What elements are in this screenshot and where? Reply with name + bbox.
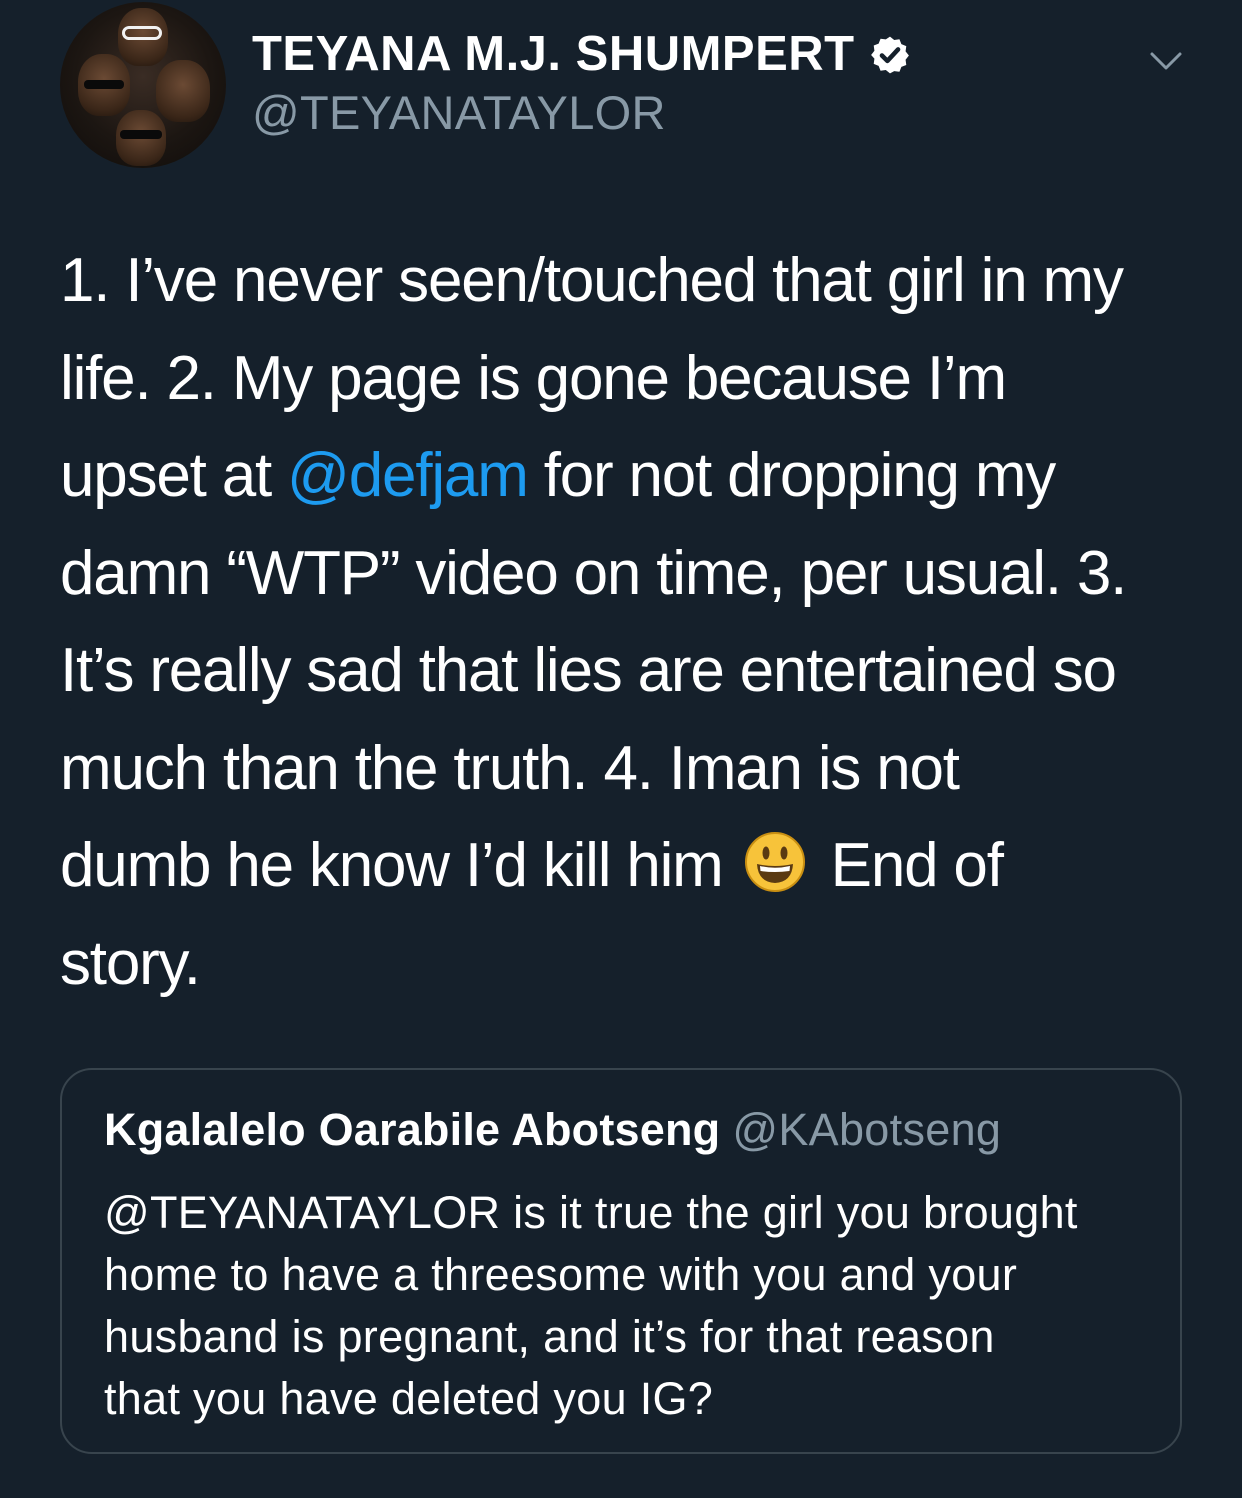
quoted-tweet-line: @TEYANATAYLOR is it true the girl you br… — [104, 1187, 1078, 1238]
tweet-text-line: much than the truth. 4. Iman is not — [60, 733, 960, 803]
grinning-face-emoji — [744, 832, 805, 892]
verified-badge-icon — [870, 36, 909, 74]
tweet-text-line: life. 2. My page is gone because I’m — [60, 343, 1007, 413]
quoted-tweet-line: home to have a threesome with you and yo… — [104, 1249, 1018, 1300]
mention-link[interactable]: @defjam — [287, 441, 529, 510]
tweet-text-line: 1. I’ve never seen/touched that girl in … — [60, 246, 1124, 315]
quoted-author-handle[interactable]: @KAbotseng — [732, 1104, 1001, 1155]
avatar-face — [156, 60, 210, 122]
tweet-text-line: upset at @defjam for not dropping my — [60, 427, 1220, 525]
avatar[interactable] — [60, 2, 226, 168]
quoted-tweet-text: @TEYANATAYLOR is it true the girl you br… — [104, 1182, 1164, 1430]
tweet-text-segment: End of — [814, 831, 1004, 900]
avatar-glasses — [120, 130, 162, 139]
author-handle[interactable]: @TEYANATAYLOR — [252, 86, 666, 140]
chevron-down-icon[interactable] — [1146, 40, 1186, 80]
tweet-text-segment: upset at — [60, 441, 288, 510]
avatar-glasses — [84, 80, 124, 89]
quoted-author-name[interactable]: Kgalalelo Oarabile Abotseng — [104, 1104, 720, 1155]
quoted-tweet-header: Kgalalelo Oarabile Abotseng @KAbotseng — [104, 1104, 1001, 1156]
quoted-tweet-line: that you have deleted you IG? — [104, 1373, 714, 1424]
tweet-text-line: It’s really sad that lies are entertaine… — [60, 636, 1117, 705]
quoted-tweet-card[interactable]: Kgalalelo Oarabile Abotseng @KAbotseng @T… — [60, 1068, 1182, 1454]
tweet-text-line: story. — [60, 928, 201, 998]
tweet-text: 1. I’ve never seen/touched that girl in … — [60, 232, 1220, 1012]
tweet-text-line: damn “WTP” video on time, per usual. 3. — [60, 538, 1127, 608]
quoted-tweet-line: husband is pregnant, and it’s for that r… — [104, 1311, 995, 1362]
avatar-glasses — [122, 26, 162, 40]
author-display-name[interactable]: TEYANA M.J. SHUMPERT — [252, 26, 855, 82]
tweet-text-line: dumb he know I’d kill him End of — [60, 817, 1220, 915]
tweet-text-segment: dumb he know I’d kill him — [60, 831, 739, 900]
author-name-row[interactable]: TEYANA M.J. SHUMPERT — [252, 26, 911, 82]
tweet: TEYANA M.J. SHUMPERT @TEYANATAYLOR 1. I’… — [0, 0, 1242, 1498]
tweet-text-segment: for not dropping my — [527, 441, 1057, 510]
